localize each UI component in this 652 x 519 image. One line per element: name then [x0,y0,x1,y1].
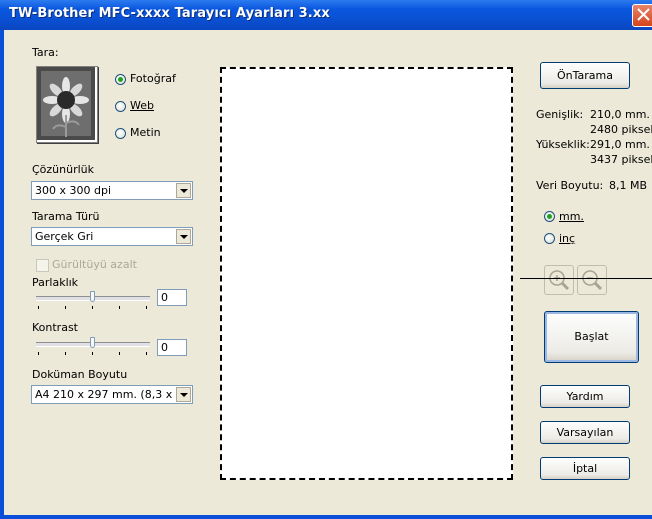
close-icon [637,8,650,21]
title-bar[interactable]: TW-Brother MFC-xxxx Tarayıcı Ayarları 3.… [0,0,652,30]
zoom-out-icon [582,270,603,291]
chevron-down-icon[interactable] [176,229,191,244]
radio-mm[interactable] [544,211,555,222]
scan-type-value: Gerçek Gri [35,230,94,243]
contrast-label: Kontrast [32,321,78,334]
brightness-label: Parlaklık [32,276,79,289]
document-size-value: A4 210 x 297 mm. (8,3 x 11 [35,388,175,401]
help-button[interactable]: Yardım [540,385,630,408]
tick [119,306,120,309]
document-size-label: Doküman Boyutu [32,368,128,381]
radio-inch[interactable] [544,233,555,244]
dialog-body: Tara: Fotoğraf Web Metin Çözünürlük 300 … [4,30,652,515]
radio-mm-label: mm. [559,210,584,223]
brightness-value: 0 [161,291,168,304]
contrast-slider-thumb[interactable] [90,337,95,348]
tick [92,352,93,355]
tick [65,306,66,309]
radio-web-label: Web [130,99,154,112]
tick [65,352,66,355]
help-button-label: Yardım [566,390,604,403]
tick [92,306,93,309]
prescan-button-label: ÖnTarama [557,69,613,82]
zoom-in-button[interactable] [544,265,574,295]
photo-thumbnail [36,66,98,143]
tick [38,306,39,309]
divider [520,278,652,279]
height-label: Yükseklik: [536,138,590,151]
width-label: Genişlik: [536,108,584,121]
start-button[interactable]: Başlat [544,311,639,363]
radio-web[interactable] [115,101,126,112]
noise-checkbox[interactable] [36,259,49,272]
zoom-in-icon [549,270,570,291]
radio-text-label: Metin [130,126,161,139]
resolution-select[interactable]: 300 x 300 dpi [31,181,193,200]
chevron-down-icon[interactable] [176,183,191,198]
document-size-select[interactable]: A4 210 x 297 mm. (8,3 x 11 [31,385,193,404]
contrast-value: 0 [161,341,168,354]
defaults-button-label: Varsayılan [556,426,614,439]
cancel-button[interactable]: İptal [540,457,630,480]
window-title: TW-Brother MFC-xxxx Tarayıcı Ayarları 3.… [9,6,330,21]
start-button-label: Başlat [574,330,609,343]
radio-photo[interactable] [115,74,126,85]
tick [146,306,147,309]
scan-type-label: Tarama Türü [32,210,100,223]
resolution-value: 300 x 300 dpi [35,184,112,197]
defaults-button[interactable]: Varsayılan [540,421,630,444]
close-button[interactable] [632,4,652,27]
resolution-label: Çözünürlük [32,163,95,176]
zoom-out-button[interactable] [577,265,607,295]
noise-label: Gürültüyü azalt [52,258,137,271]
window-border [0,515,652,519]
preview-area[interactable] [220,67,513,480]
chevron-down-icon[interactable] [176,387,191,402]
brightness-slider-thumb[interactable] [90,291,95,302]
scan-type-select[interactable]: Gerçek Gri [31,227,193,246]
scanner-settings-window: TW-Brother MFC-xxxx Tarayıcı Ayarları 3.… [0,0,652,519]
data-size-value: 8,1 MB [609,179,648,192]
cancel-button-label: İptal [572,462,598,475]
height-px: 3437 piksel [590,153,652,166]
height-mm: 291,0 mm. [590,138,650,151]
radio-photo-label: Fotoğraf [130,72,176,85]
width-mm: 210,0 mm. [590,108,650,121]
tick [119,352,120,355]
data-size-label: Veri Boyutu: [536,179,604,192]
width-px: 2480 piksel [590,123,652,136]
tick [38,352,39,355]
prescan-button[interactable]: ÖnTarama [540,62,630,89]
sunflower-icon [37,67,95,140]
scan-label: Tara: [32,46,59,59]
radio-text[interactable] [115,128,126,139]
tick [146,352,147,355]
radio-inch-label: inç [559,232,576,245]
contrast-input[interactable]: 0 [157,339,187,356]
brightness-input[interactable]: 0 [157,289,187,306]
